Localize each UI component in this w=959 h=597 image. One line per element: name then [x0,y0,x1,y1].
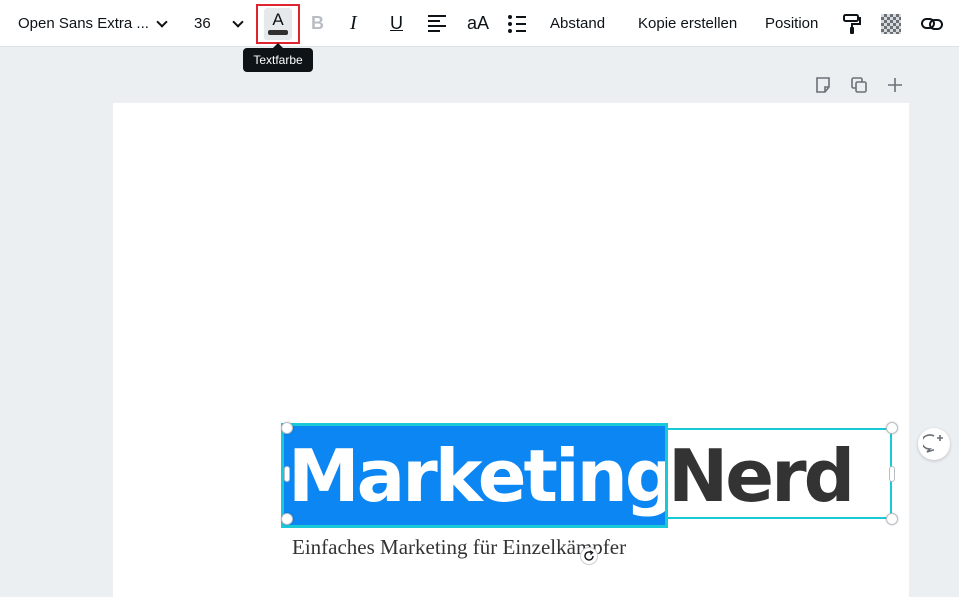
link-icon [921,17,943,30]
rotate-icon [584,550,594,561]
note-icon [816,77,830,93]
resize-handle-bottom-right[interactable] [886,513,898,525]
resize-handle-left[interactable] [284,466,290,482]
link-button[interactable] [921,0,943,47]
resize-handle-top-left[interactable] [281,422,293,434]
font-size-input[interactable]: 36 [194,0,211,47]
italic-icon: I [350,12,357,34]
letter-case-icon: aA [467,13,490,33]
tooltip-text: Textfarbe [253,53,303,67]
rotate-handle[interactable] [580,547,598,565]
copy-style-button[interactable] [842,0,862,47]
list-icon [508,14,526,33]
position-button[interactable]: Position [765,0,818,47]
tooltip: Textfarbe [243,43,313,72]
copy-button[interactable]: Kopie erstellen [638,0,737,47]
spacing-label: Abstand [550,15,606,32]
add-note-button[interactable] [812,74,834,96]
font-size-value: 36 [194,15,211,32]
transparency-icon [881,13,901,34]
add-comment-button[interactable] [918,428,950,460]
align-left-icon [428,15,446,32]
resize-handle-right[interactable] [889,466,895,482]
duplicate-page-icon [851,77,867,93]
text-color-icon: A [264,8,292,40]
copy-label: Kopie erstellen [638,15,738,32]
spacing-button[interactable]: Abstand [550,0,605,47]
text-color-swatch [268,30,288,35]
unselected-text[interactable]: Nerd [667,440,855,512]
letter-case-button[interactable]: aA [467,0,489,47]
add-page-button[interactable] [884,74,906,96]
chevron-down-icon[interactable] [232,0,244,47]
text-color-button[interactable]: A [256,4,300,44]
chevron-down-icon[interactable] [156,0,168,47]
resize-handle-bottom-left[interactable] [281,513,293,525]
text-toolbar: Open Sans Extra ... 36 A B I U aA Abstan… [0,0,959,47]
font-family-dropdown[interactable]: Open Sans Extra ... [18,0,149,47]
bold-button[interactable]: B [311,0,324,47]
subtitle-text[interactable]: Einfaches Marketing für Einzelkämpfer [292,535,626,560]
bold-icon: B [311,13,324,33]
transparency-button[interactable] [881,0,901,47]
paint-roller-icon [843,13,861,34]
resize-handle-top-right[interactable] [886,422,898,434]
duplicate-page-button[interactable] [848,74,870,96]
list-button[interactable] [508,0,526,47]
italic-button[interactable]: I [350,0,357,47]
underline-button[interactable]: U [390,0,403,47]
comment-add-icon [923,434,943,453]
font-family-label: Open Sans Extra ... [18,15,149,32]
add-page-icon [888,78,902,92]
text-color-letter: A [272,10,284,29]
underline-icon: U [390,13,403,33]
position-label: Position [765,15,819,32]
align-button[interactable] [428,0,446,47]
text-selection-range [281,423,668,528]
